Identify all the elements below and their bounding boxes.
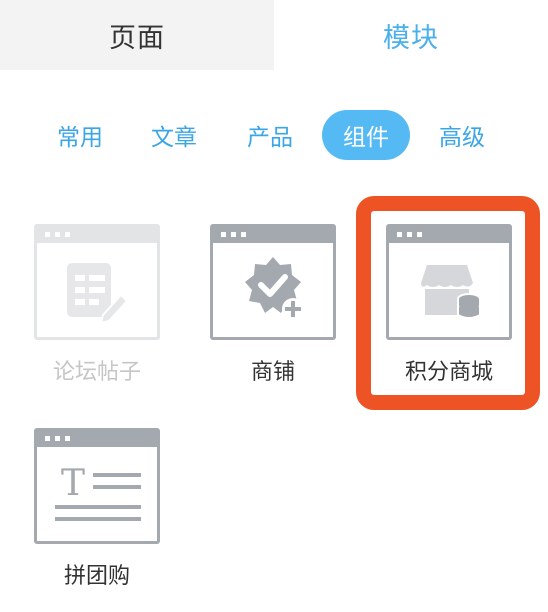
module-thumbnail — [210, 224, 336, 340]
category-tab-label: 产品 — [247, 125, 293, 151]
category-tab-common[interactable]: 常用 — [48, 110, 112, 160]
category-tab-label: 文章 — [151, 125, 197, 151]
module-card-forum-post[interactable]: 论坛帖子 — [34, 224, 164, 385]
verified-badge-plus-icon — [213, 243, 333, 337]
module-thumbnail — [34, 224, 160, 340]
tab-module-label: 模块 — [383, 22, 439, 54]
category-tab-article[interactable]: 文章 — [142, 110, 206, 160]
module-card-shop[interactable]: 商铺 — [210, 224, 340, 385]
category-tab-bar: 常用 文章 产品 组件 高级 — [0, 110, 548, 160]
category-tab-label: 常用 — [57, 125, 103, 151]
svg-text:T: T — [61, 463, 85, 504]
module-card-label: 商铺 — [250, 360, 295, 385]
tab-module[interactable]: 模块 — [274, 0, 548, 70]
category-tab-advanced[interactable]: 高级 — [430, 110, 494, 160]
module-picker-panel: 页面 模块 常用 文章 产品 组件 高级 论坛帖子 商铺 积分商城 T 拼团购 — [0, 0, 548, 612]
module-thumbnail: T — [34, 428, 160, 544]
top-tab-bar: 页面 模块 — [0, 0, 548, 70]
tab-page-label: 页面 — [109, 22, 165, 54]
module-card-label: 论坛帖子 — [52, 360, 141, 385]
module-card-group-buy[interactable]: T 拼团购 — [34, 428, 164, 589]
category-tab-component[interactable]: 组件 — [322, 110, 410, 160]
tab-page[interactable]: 页面 — [0, 0, 274, 70]
category-tab-label: 高级 — [439, 125, 485, 151]
category-tab-product[interactable]: 产品 — [238, 110, 302, 160]
category-tab-label: 组件 — [343, 125, 389, 151]
module-card-label: 拼团购 — [63, 564, 130, 589]
highlight-frame — [356, 196, 540, 410]
forum-post-icon — [37, 243, 157, 337]
text-document-icon: T — [37, 447, 157, 541]
